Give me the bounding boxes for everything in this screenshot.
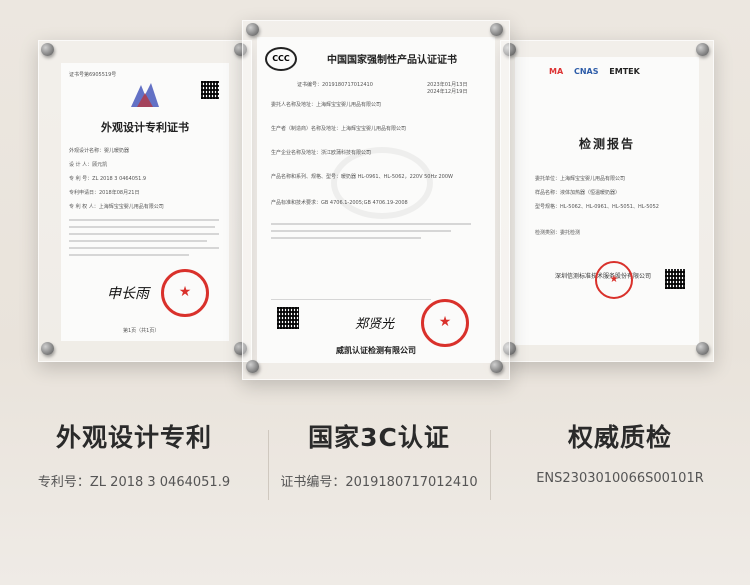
emtek-logo-icon: EMTEK bbox=[609, 67, 640, 76]
pin-icon bbox=[246, 360, 259, 373]
patent-row-1: 外观设计名称：婴儿暖奶器 bbox=[69, 148, 130, 154]
patent-row-5: 专 利 权 人：上海辉宝宝婴儿用品有限公司 bbox=[69, 204, 164, 210]
report-doc-title: 检测报告 bbox=[578, 137, 635, 151]
patent-signature: 申长雨 bbox=[107, 286, 149, 302]
report-logos: MA CNAS EMTEK bbox=[549, 67, 699, 83]
ccc-expiry-date: 2024年12月19日 bbox=[427, 89, 468, 95]
report-row-3: 型号规格：HL-5062、HL-0961、HL-5051、HL-5052 bbox=[535, 204, 659, 210]
caption-sub-patent: 专利号：ZL 2018 3 0464051.9 bbox=[37, 475, 231, 490]
pin-icon bbox=[490, 23, 503, 36]
patent-row-2: 设 计 人：顾元凯 bbox=[69, 162, 108, 168]
patent-row-4: 专利申请日：2018年08月21日 bbox=[69, 190, 140, 196]
ccc-issue-date: 2023年01月13日 bbox=[427, 82, 468, 88]
patent-bottom: 第1页（共1页） bbox=[123, 328, 160, 334]
report-qr-code bbox=[665, 269, 685, 289]
caption-sub-report: ENS2303010066S00101R bbox=[536, 471, 704, 486]
patent-certificate: 证书号第6905519号 外观设计专利证书 外观设计名称：婴儿暖奶器 设 计 人… bbox=[61, 63, 229, 341]
ccc-row-1: 委托人名称及地址：上海辉宝宝婴儿用品有限公司 bbox=[271, 102, 382, 108]
pin-icon bbox=[490, 360, 503, 373]
ccc-row-2: 生产者（制造商）名称及地址：上海辉宝宝婴儿用品有限公司 bbox=[271, 126, 407, 132]
patent-emblem-icon bbox=[127, 81, 163, 111]
ccc-qr-code bbox=[277, 307, 299, 329]
patent-header: 证书号第6905519号 bbox=[69, 72, 117, 78]
patent-row-3: 专 利 号：ZL 2018 3 0464051.9 bbox=[69, 176, 147, 182]
pin-icon bbox=[246, 23, 259, 36]
caption-title-patent: 外观设计专利 bbox=[55, 423, 212, 452]
report-row-4: 检测类别：委托检测 bbox=[535, 230, 581, 236]
patent-certificate-frame: 证书号第6905519号 外观设计专利证书 外观设计名称：婴儿暖奶器 设 计 人… bbox=[38, 40, 252, 362]
ccc-footer-org: 威凯认证检测有限公司 bbox=[336, 346, 416, 355]
ma-logo-icon: MA bbox=[549, 67, 564, 76]
ccc-cert-no: 证书编号：2019180717012410 bbox=[297, 82, 373, 88]
ccc-certificate: CCC 中国国家强制性产品认证证书 证书编号：2019180717012410 … bbox=[257, 37, 495, 363]
ccc-doc-title: 中国国家强制性产品认证证书 bbox=[327, 55, 457, 66]
ccc-signature: 郑贤光 bbox=[355, 317, 395, 332]
pin-icon bbox=[696, 43, 709, 56]
ccc-red-seal: ★ bbox=[421, 299, 469, 347]
cnas-logo-icon: CNAS bbox=[573, 67, 599, 76]
pin-icon bbox=[41, 43, 54, 56]
test-report-frame: MA CNAS EMTEK 检测报告 委托单位：上海辉宝宝婴儿用品有限公司 样品… bbox=[500, 40, 714, 362]
ccc-watermark-icon bbox=[331, 147, 433, 219]
caption-title-ccc: 国家3C认证 bbox=[308, 423, 450, 452]
patent-qr-code bbox=[201, 81, 219, 99]
report-row-2: 样品名称：液体加热器（恒温暖奶器） bbox=[535, 190, 621, 196]
caption-sub-ccc: 证书编号：2019180717012410 bbox=[280, 475, 478, 490]
caption-title-report: 权威质检 bbox=[567, 423, 672, 452]
pin-icon bbox=[41, 342, 54, 355]
ccc-logo-icon: CCC bbox=[265, 47, 297, 71]
report-row-1: 委托单位：上海辉宝宝婴儿用品有限公司 bbox=[535, 176, 626, 182]
pin-icon bbox=[696, 342, 709, 355]
report-red-seal: ★ bbox=[595, 261, 633, 299]
patent-red-seal: ★ bbox=[161, 269, 209, 317]
test-report: MA CNAS EMTEK 检测报告 委托单位：上海辉宝宝婴儿用品有限公司 样品… bbox=[515, 57, 699, 345]
patent-doc-title: 外观设计专利证书 bbox=[101, 121, 189, 134]
ccc-certificate-frame: CCC 中国国家强制性产品认证证书 证书编号：2019180717012410 … bbox=[242, 20, 510, 380]
